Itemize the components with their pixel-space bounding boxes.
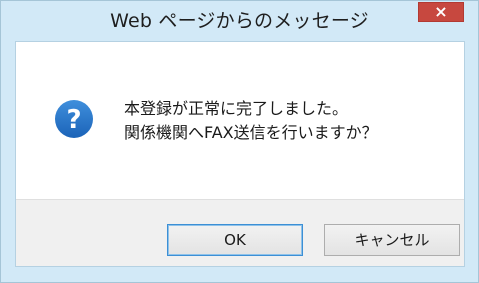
cancel-button[interactable]: キャンセル <box>324 224 460 256</box>
message-line-1: 本登録が正常に完了しました。 <box>124 99 349 118</box>
window-title: Web ページからのメッセージ <box>110 10 369 32</box>
close-button[interactable]: × <box>418 2 464 22</box>
message-text: 本登録が正常に完了しました。 関係機関へFAX送信を行いますか？ <box>124 97 454 145</box>
button-bar: OK キャンセル <box>16 199 464 266</box>
question-icon: ? <box>55 100 93 138</box>
ok-button[interactable]: OK <box>167 224 303 256</box>
message-dialog-window: Web ページからのメッセージ × ? 本登録が正常に完了しました。 関係機関へ… <box>0 0 479 283</box>
svg-text:?: ? <box>66 105 81 135</box>
close-icon: × <box>434 2 448 21</box>
dialog-body: ? 本登録が正常に完了しました。 関係機関へFAX送信を行いますか？ OK キャ… <box>15 41 465 267</box>
message-area: ? 本登録が正常に完了しました。 関係機関へFAX送信を行いますか？ <box>16 42 464 199</box>
title-bar[interactable]: Web ページからのメッセージ × <box>1 1 478 41</box>
message-line-2: 関係機関へFAX送信を行いますか？ <box>124 123 378 142</box>
